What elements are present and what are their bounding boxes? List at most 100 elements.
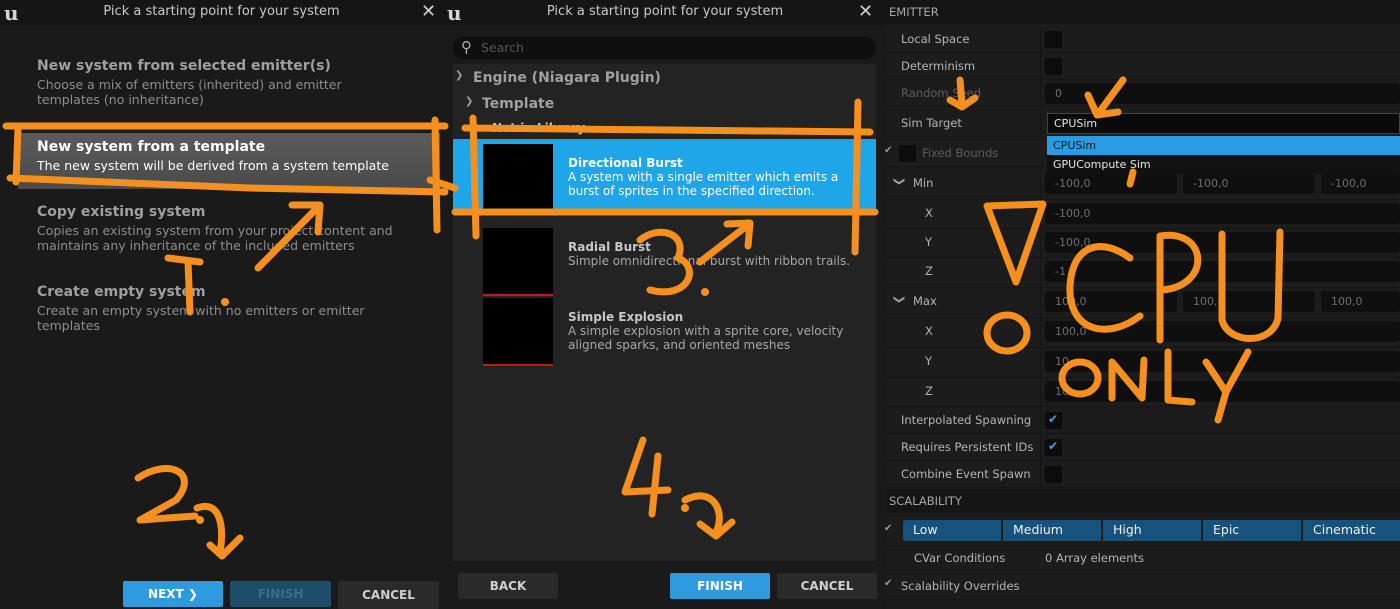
search-input[interactable]: ⚲ Search xyxy=(453,37,876,59)
option-desc: Copies an existing system from your proj… xyxy=(37,223,393,253)
column-divider xyxy=(1040,80,1041,106)
expand-check-icon: ✔ xyxy=(884,145,893,156)
tier-low-button[interactable]: Low xyxy=(903,520,1003,541)
cancel-button[interactable]: CANCEL xyxy=(777,573,877,599)
sim-target-dropdown[interactable]: CPUSim xyxy=(1047,113,1400,134)
max-z-row: Z 10 xyxy=(887,378,1400,407)
finish-button[interactable]: FINISH xyxy=(230,581,331,607)
option-desc: The new system will be derived from a sy… xyxy=(37,158,389,173)
property-label: Min xyxy=(913,176,934,190)
property-label: Random Seed xyxy=(901,86,982,100)
template-item[interactable]: Radial Burst Simple omnidirectional burs… xyxy=(453,223,876,299)
column-divider xyxy=(1040,461,1041,487)
option-copy-existing[interactable]: Copy existing system Copies an existing … xyxy=(18,203,440,261)
column-divider xyxy=(1040,170,1041,199)
option-from-template[interactable]: New system from a template The new syste… xyxy=(18,133,440,189)
dialog-titlebar: u Pick a starting point for your system … xyxy=(443,0,887,26)
dialog-titlebar: u Pick a starting point for your system … xyxy=(0,0,443,26)
min-y-row: Y -100,0 xyxy=(887,229,1400,258)
option-desc: Choose a mix of emitters (inherited) and… xyxy=(37,77,342,107)
property-label: X xyxy=(925,324,933,338)
template-name: Directional Burst xyxy=(568,156,683,170)
column-divider xyxy=(1040,26,1041,52)
finish-button[interactable]: FINISH xyxy=(670,573,770,599)
expand-check-icon: ✔ xyxy=(884,578,893,589)
chevron-down-icon[interactable]: ❯ xyxy=(455,70,463,81)
min-y-value[interactable]: -100,0 xyxy=(1045,232,1400,253)
property-label: Y xyxy=(925,354,933,368)
property-label: Y xyxy=(925,235,933,249)
dropdown-option-gpucompute[interactable]: GPUCompute Sim xyxy=(1047,155,1400,174)
search-icon: ⚲ xyxy=(461,38,472,56)
expand-check-icon: ✔ xyxy=(884,523,893,534)
max-y-value[interactable]: 10 xyxy=(1045,351,1400,372)
interpolated-spawning-checkbox[interactable] xyxy=(1045,412,1062,429)
template-item[interactable]: Simple Explosion A simple explosion with… xyxy=(453,293,876,369)
cvar-conditions-value: 0 Array elements xyxy=(1045,551,1145,565)
min-z-field[interactable]: -100,0 xyxy=(1321,173,1400,194)
option-title: New system from selected emitter(s) xyxy=(37,58,331,74)
max-z-value[interactable]: 10 xyxy=(1045,381,1400,402)
column-divider xyxy=(1040,348,1041,377)
column-divider xyxy=(1040,110,1041,136)
column-divider xyxy=(1040,318,1041,347)
max-x-value[interactable]: 100,0 xyxy=(1045,321,1400,342)
template-name: Simple Explosion xyxy=(568,310,684,324)
back-button[interactable]: BACK xyxy=(458,573,558,599)
property-label: Interpolated Spawning xyxy=(901,413,1032,427)
persistent-ids-checkbox[interactable] xyxy=(1045,439,1062,456)
column-divider xyxy=(1040,378,1041,406)
scalability-section-header: SCALABILITY xyxy=(887,489,1400,513)
tier-epic-button[interactable]: Epic xyxy=(1203,520,1303,541)
local-space-checkbox[interactable] xyxy=(1045,31,1062,48)
tier-cinematic-button[interactable]: Cinematic xyxy=(1303,520,1400,541)
property-label: Z xyxy=(925,384,933,398)
dropdown-option-cpusim[interactable]: CPUSim xyxy=(1047,136,1400,155)
random-seed-row: Random Seed 0 xyxy=(887,80,1400,107)
property-label: CVar Conditions xyxy=(914,551,1006,565)
min-y-field[interactable]: -100,0 xyxy=(1183,173,1315,194)
close-icon[interactable]: ✕ xyxy=(421,1,436,22)
template-thumbnail xyxy=(483,228,553,296)
property-label: Combine Event Spawn xyxy=(901,467,1031,481)
template-desc: A system with a single emitter which emi… xyxy=(568,170,839,198)
cancel-button[interactable]: CANCEL xyxy=(338,581,439,609)
property-label: Requires Persistent IDs xyxy=(901,440,1034,454)
next-button[interactable]: NEXT ❯ xyxy=(123,581,223,607)
chevron-down-icon[interactable]: ❯ xyxy=(893,177,906,186)
tier-medium-button[interactable]: Medium xyxy=(1003,520,1103,541)
max-x-field[interactable]: 100,0 xyxy=(1045,291,1177,312)
min-z-value[interactable]: -1 xyxy=(1045,261,1400,282)
column-divider xyxy=(1040,53,1041,79)
dialog-system-type: u Pick a starting point for your system … xyxy=(0,0,443,609)
option-title: Copy existing system xyxy=(37,204,206,220)
tier-high-button[interactable]: High xyxy=(1103,520,1203,541)
search-placeholder: Search xyxy=(481,40,524,55)
determinism-checkbox[interactable] xyxy=(1045,58,1062,75)
min-x-field[interactable]: -100,0 xyxy=(1045,173,1177,194)
chevron-down-icon[interactable]: ❯ xyxy=(893,295,906,304)
option-create-empty[interactable]: Create empty system Create an empty syst… xyxy=(18,283,440,333)
column-divider xyxy=(1040,229,1041,257)
max-z-field[interactable]: 100,0 xyxy=(1321,291,1400,312)
template-thumbnail xyxy=(483,144,553,212)
property-label: Max xyxy=(913,294,937,308)
chevron-down-icon[interactable]: ❯ xyxy=(465,96,473,107)
tree-root-label[interactable]: Engine (Niagara Plugin) xyxy=(473,70,661,86)
dialog-title: Pick a starting point for your system xyxy=(546,4,784,19)
interpolated-spawning-row: Interpolated Spawning xyxy=(887,407,1400,434)
min-x-value[interactable]: -100,0 xyxy=(1045,203,1400,224)
fixed-bounds-checkbox[interactable] xyxy=(899,145,916,162)
tree-category-label[interactable]: Template xyxy=(482,96,554,112)
option-from-selected-emitters[interactable]: New system from selected emitter(s) Choo… xyxy=(18,57,440,115)
combine-event-spawn-checkbox[interactable] xyxy=(1045,466,1062,483)
max-x-row: X 100,0 xyxy=(887,318,1400,348)
property-label: X xyxy=(925,206,933,220)
option-desc: Create an empty system with no emitters … xyxy=(37,303,365,333)
template-desc: Simple omnidirectional burst with ribbon… xyxy=(568,254,851,268)
template-item[interactable]: Directional Burst A system with a single… xyxy=(453,139,876,215)
max-y-field[interactable]: 100,0 xyxy=(1183,291,1315,312)
close-icon[interactable]: ✕ xyxy=(858,1,873,22)
random-seed-field[interactable]: 0 xyxy=(1045,83,1400,104)
tree-subcategory-label[interactable]: Not in Library xyxy=(492,121,585,135)
